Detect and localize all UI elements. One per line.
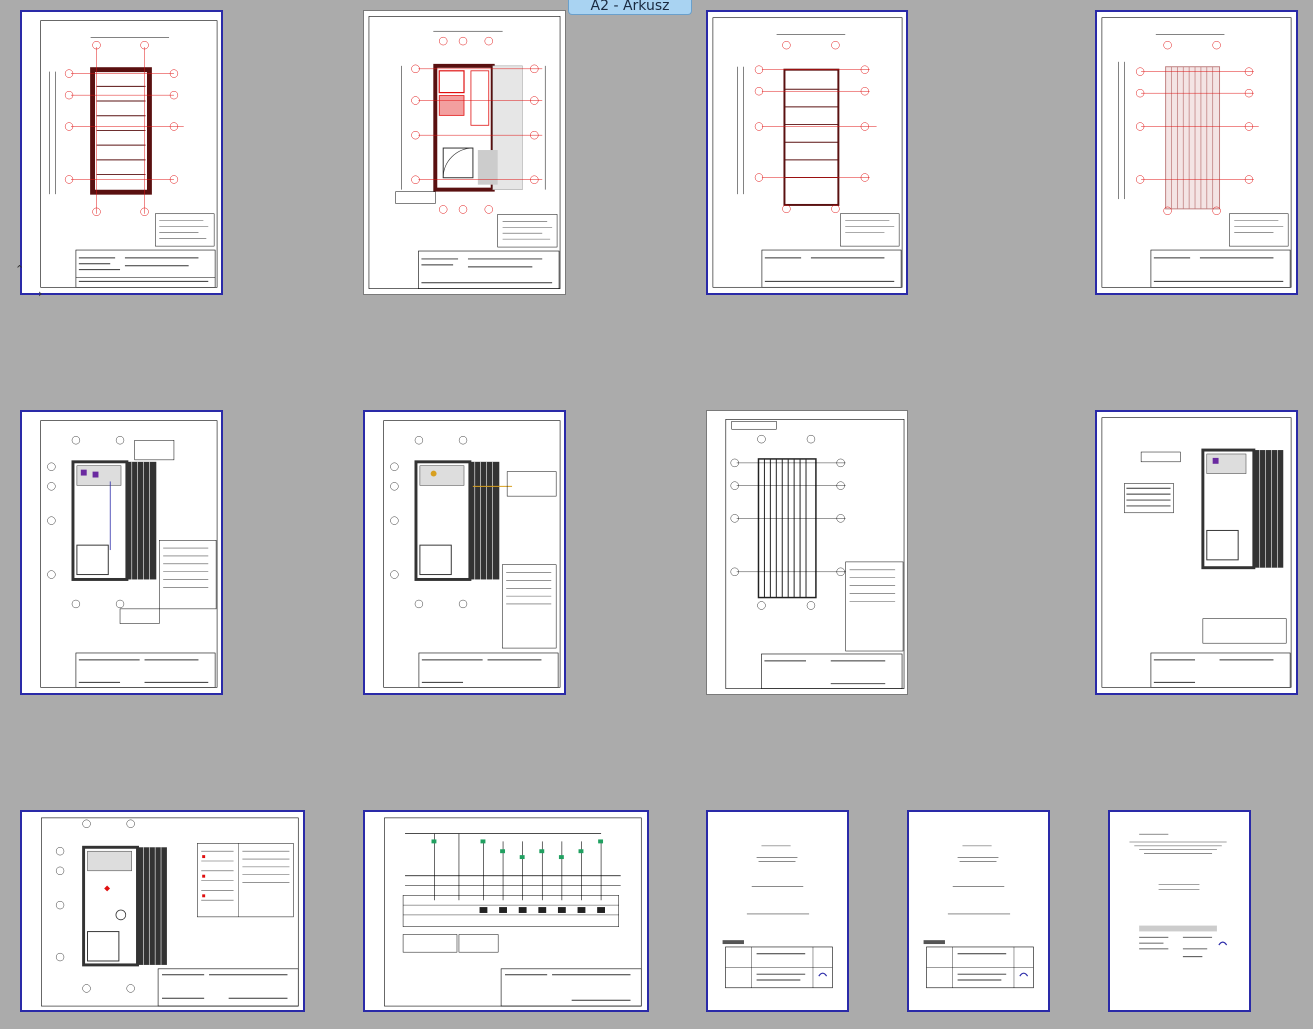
installation-plan-drawing <box>383 420 561 688</box>
installation-plan-drawing <box>40 420 218 688</box>
floor-plan-drawing <box>368 16 561 289</box>
installation-plan-drawing <box>1101 417 1292 688</box>
chevron-right-icon[interactable]: › <box>38 288 42 299</box>
sheet-thumbnail[interactable] <box>20 410 223 695</box>
sheet-thumbnail[interactable] <box>706 410 908 695</box>
sheet-thumbnail[interactable] <box>706 10 908 295</box>
sheet-thumbnail[interactable] <box>1095 410 1298 695</box>
sheet-thumbnail[interactable] <box>20 10 223 295</box>
title-page-drawing <box>722 845 833 989</box>
sheet-thumbnail[interactable] <box>363 10 566 295</box>
structure-plan-drawing <box>725 419 905 689</box>
schematic-diagram-drawing <box>384 817 642 1007</box>
floor-plan-drawing <box>712 17 903 288</box>
sheet-thumbnail[interactable] <box>1108 810 1251 1012</box>
floor-plan-drawing <box>40 20 218 288</box>
sheet-thumbnail[interactable] <box>907 810 1050 1012</box>
sheet-thumbnail[interactable] <box>363 810 649 1012</box>
sheet-thumbnail[interactable] <box>20 810 305 1012</box>
sheet-thumbnail[interactable] <box>1095 10 1298 295</box>
title-page-drawing <box>1129 833 1228 958</box>
floor-plan-drawing <box>1101 17 1292 288</box>
title-page-drawing <box>923 845 1034 989</box>
sheet-thumbnail[interactable] <box>706 810 849 1012</box>
sheet-tooltip: A2 - Arkusz <box>568 0 692 15</box>
electrical-plan-drawing <box>41 817 299 1007</box>
chevron-up-icon[interactable]: ⌃ <box>15 264 24 275</box>
sheet-thumbnail[interactable] <box>363 410 566 695</box>
